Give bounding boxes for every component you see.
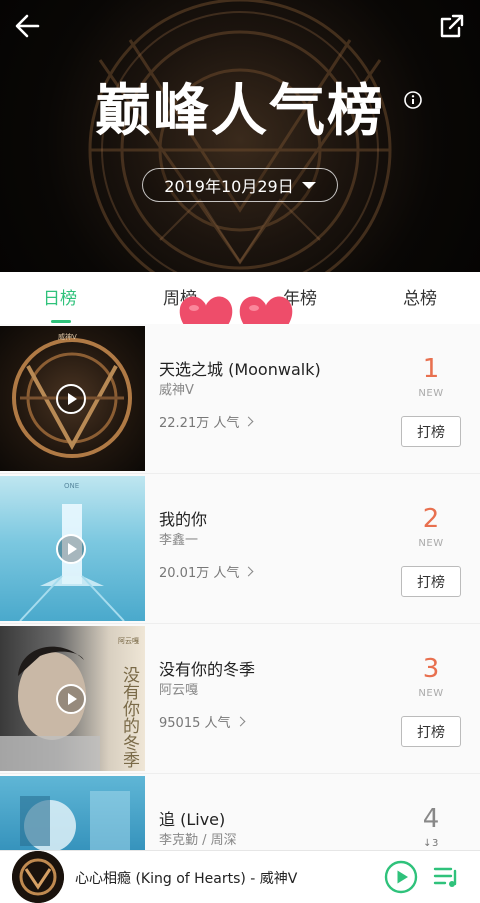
playlist-icon[interactable] bbox=[432, 863, 460, 891]
list-item[interactable]: 威神V 天选之城 (Moonwalk) 威神V 22.21万 人气 1 NEW … bbox=[0, 324, 480, 474]
share-icon[interactable] bbox=[434, 8, 470, 44]
rank-number: 1 bbox=[422, 354, 440, 384]
now-playing-title[interactable]: 心心相瘾 (King of Hearts) - 威神V bbox=[75, 868, 297, 888]
popularity-link[interactable]: 22.21万 人气 bbox=[159, 412, 254, 431]
back-arrow-icon[interactable] bbox=[10, 8, 46, 44]
song-list: 威神V 天选之城 (Moonwalk) 威神V 22.21万 人气 1 NEW … bbox=[0, 324, 480, 850]
play-icon[interactable] bbox=[55, 383, 87, 415]
tab-weekly[interactable]: 周榜 bbox=[120, 272, 240, 324]
cover-art-graphic bbox=[20, 791, 130, 850]
popularity-link[interactable]: 20.01万 人气 bbox=[159, 562, 254, 581]
vote-button[interactable]: 打榜 bbox=[401, 566, 461, 597]
vote-button[interactable]: 打榜 bbox=[401, 416, 461, 447]
song-title: 没有你的冬季 bbox=[159, 660, 256, 679]
date-label: 2019年10月29日 bbox=[164, 177, 294, 196]
rank-change: NEW bbox=[418, 388, 444, 399]
chevron-right-icon bbox=[243, 566, 254, 577]
date-selector[interactable]: 2019年10月29日 bbox=[142, 168, 338, 202]
now-playing-cover[interactable] bbox=[12, 851, 64, 903]
play-icon[interactable] bbox=[55, 533, 87, 565]
chart-tabs: 日榜 周榜 年榜 总榜 bbox=[0, 272, 480, 324]
active-tab-indicator bbox=[51, 320, 71, 323]
popularity-value: 22.21万 人气 bbox=[159, 416, 240, 431]
tab-total[interactable]: 总榜 bbox=[360, 272, 480, 324]
list-item[interactable]: ONE 我的你 李鑫一 20.01万 人气 2 NEW 打榜 bbox=[0, 474, 480, 624]
song-title: 天选之城 (Moonwalk) bbox=[159, 360, 321, 379]
play-circle-icon[interactable] bbox=[384, 860, 418, 894]
popularity-value: 20.01万 人气 bbox=[159, 566, 240, 581]
tab-daily[interactable]: 日榜 bbox=[0, 272, 120, 324]
cover-small-text: 阿云嘎 bbox=[118, 637, 139, 645]
list-item[interactable]: 追 (Live) 李克勤 / 周深 4 ↓3 bbox=[0, 774, 480, 850]
play-icon[interactable] bbox=[55, 683, 87, 715]
artist-name[interactable]: 威神V bbox=[159, 379, 194, 398]
popularity-link[interactable]: 95015 人气 bbox=[159, 712, 245, 731]
rank-number: 3 bbox=[422, 654, 440, 684]
rank-number: 4 bbox=[422, 804, 440, 834]
cover-small-text: 威神V bbox=[58, 333, 77, 341]
song-title: 我的你 bbox=[159, 510, 208, 529]
chart-header: 巅峰人气榜 2019年10月29日 bbox=[0, 0, 480, 272]
rank-change: NEW bbox=[418, 688, 444, 699]
list-item[interactable]: 没有你的冬季 阿云嘎 没有你的冬季 阿云嘎 95015 人气 3 NEW 打榜 bbox=[0, 624, 480, 774]
rank-change: ↓3 bbox=[423, 838, 439, 849]
artist-name[interactable]: 李鑫一 bbox=[159, 529, 198, 548]
chevron-right-icon bbox=[235, 716, 245, 727]
album-cover[interactable]: 威神V bbox=[0, 326, 145, 471]
caret-down-icon bbox=[301, 181, 316, 189]
album-cover[interactable]: ONE bbox=[0, 476, 145, 621]
popularity-value: 95015 人气 bbox=[159, 716, 231, 731]
cover-small-text: ONE bbox=[64, 482, 80, 490]
artist-name[interactable]: 李克勤 / 周深 bbox=[159, 829, 237, 848]
tab-yearly[interactable]: 年榜 bbox=[240, 272, 360, 324]
album-cover[interactable]: 没有你的冬季 阿云嘎 bbox=[0, 626, 145, 771]
mini-player: 心心相瘾 (King of Hearts) - 威神V bbox=[0, 850, 480, 903]
now-playing-art bbox=[12, 851, 64, 903]
album-cover[interactable] bbox=[0, 776, 145, 850]
rank-change: NEW bbox=[418, 538, 444, 549]
song-title: 追 (Live) bbox=[159, 810, 226, 829]
cover-title-text: 没有你的冬季 bbox=[119, 666, 139, 768]
artist-name[interactable]: 阿云嘎 bbox=[159, 679, 198, 698]
vote-button[interactable]: 打榜 bbox=[401, 716, 461, 747]
rank-number: 2 bbox=[422, 504, 440, 534]
info-icon[interactable] bbox=[404, 91, 422, 109]
chevron-right-icon bbox=[243, 416, 254, 427]
page-title: 巅峰人气榜 bbox=[95, 79, 385, 144]
